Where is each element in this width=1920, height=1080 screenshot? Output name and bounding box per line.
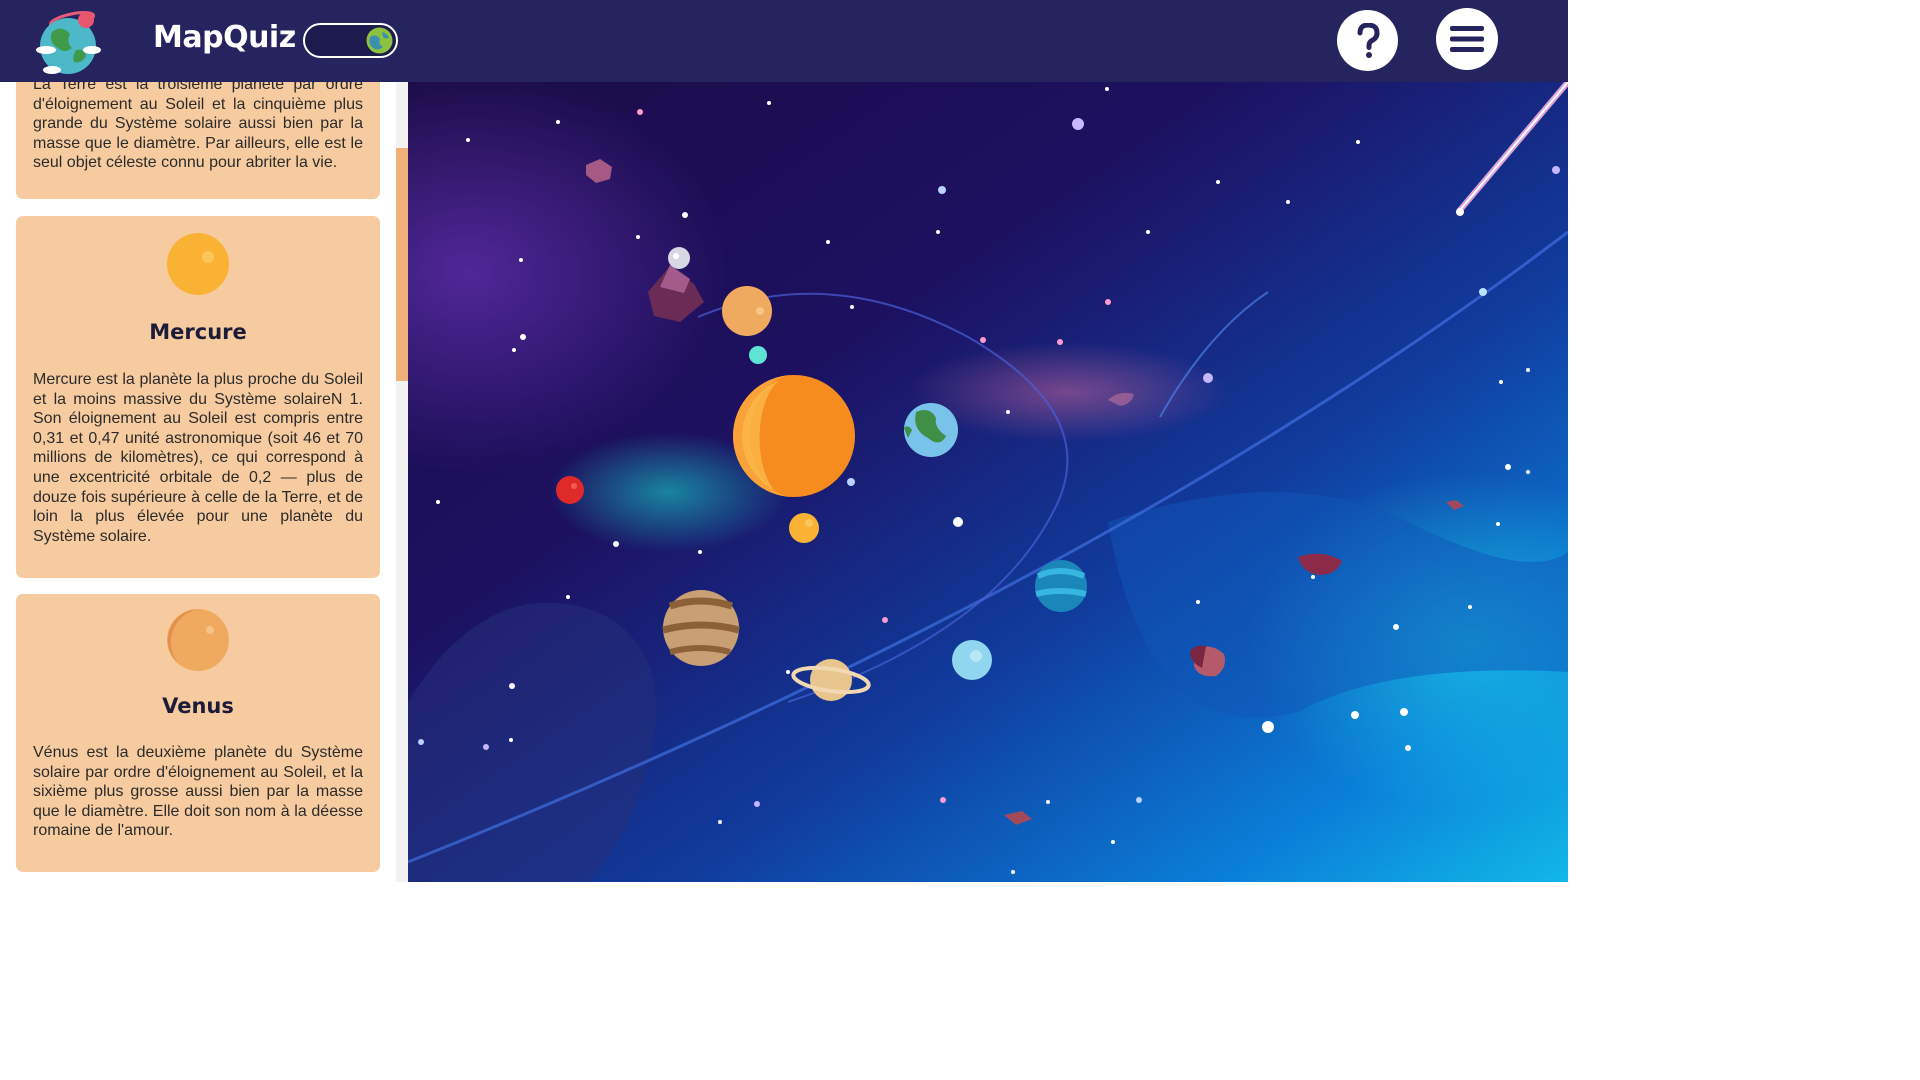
planet-card-venus: Venus Vénus est la deuxième planète du S… [16, 594, 380, 872]
planet-card-description: Vénus est la deuxième planète du Système… [33, 744, 363, 840]
hamburger-menu-icon [1450, 26, 1484, 52]
sun[interactable] [733, 375, 855, 497]
menu-button[interactable] [1436, 8, 1498, 70]
planet-card-description: La Terre est la troisième planète par or… [33, 82, 363, 172]
question-mark-icon [1357, 22, 1380, 58]
mercury-planet[interactable] [789, 513, 819, 543]
neptune-planet[interactable] [1035, 560, 1087, 612]
planet-card-description: Mercure est la planète la plus proche du… [33, 371, 363, 545]
mars-planet[interactable] [556, 476, 584, 504]
moon[interactable] [668, 247, 690, 269]
planet-card-earth: La Terre est la troisième planète par or… [16, 82, 380, 199]
theme-toggle[interactable] [303, 23, 398, 58]
brand-title[interactable]: MapQuiz [153, 20, 296, 55]
earth-logo-icon[interactable] [30, 6, 104, 76]
small-teal-moon[interactable] [749, 346, 767, 364]
mercury-icon [166, 232, 230, 296]
jupiter-planet[interactable] [662, 590, 740, 666]
earth-planet[interactable] [904, 403, 958, 457]
planet-card-title: Mercure [149, 320, 247, 344]
help-button[interactable] [1337, 10, 1398, 71]
venus-planet[interactable] [722, 286, 772, 336]
globe-icon [366, 27, 393, 54]
solar-system-map[interactable] [408, 82, 1568, 882]
top-header: MapQuiz [0, 0, 1568, 82]
uranus-planet[interactable] [952, 640, 992, 680]
planet-card-title: Venus [162, 694, 234, 718]
planet-card-mercury: Mercure Mercure est la planète la plus p… [16, 216, 380, 578]
planet-info-panel[interactable]: La Terre est la troisième planète par or… [0, 82, 408, 882]
venus-icon [166, 608, 230, 672]
panel-scrollbar-thumb[interactable] [396, 148, 408, 381]
